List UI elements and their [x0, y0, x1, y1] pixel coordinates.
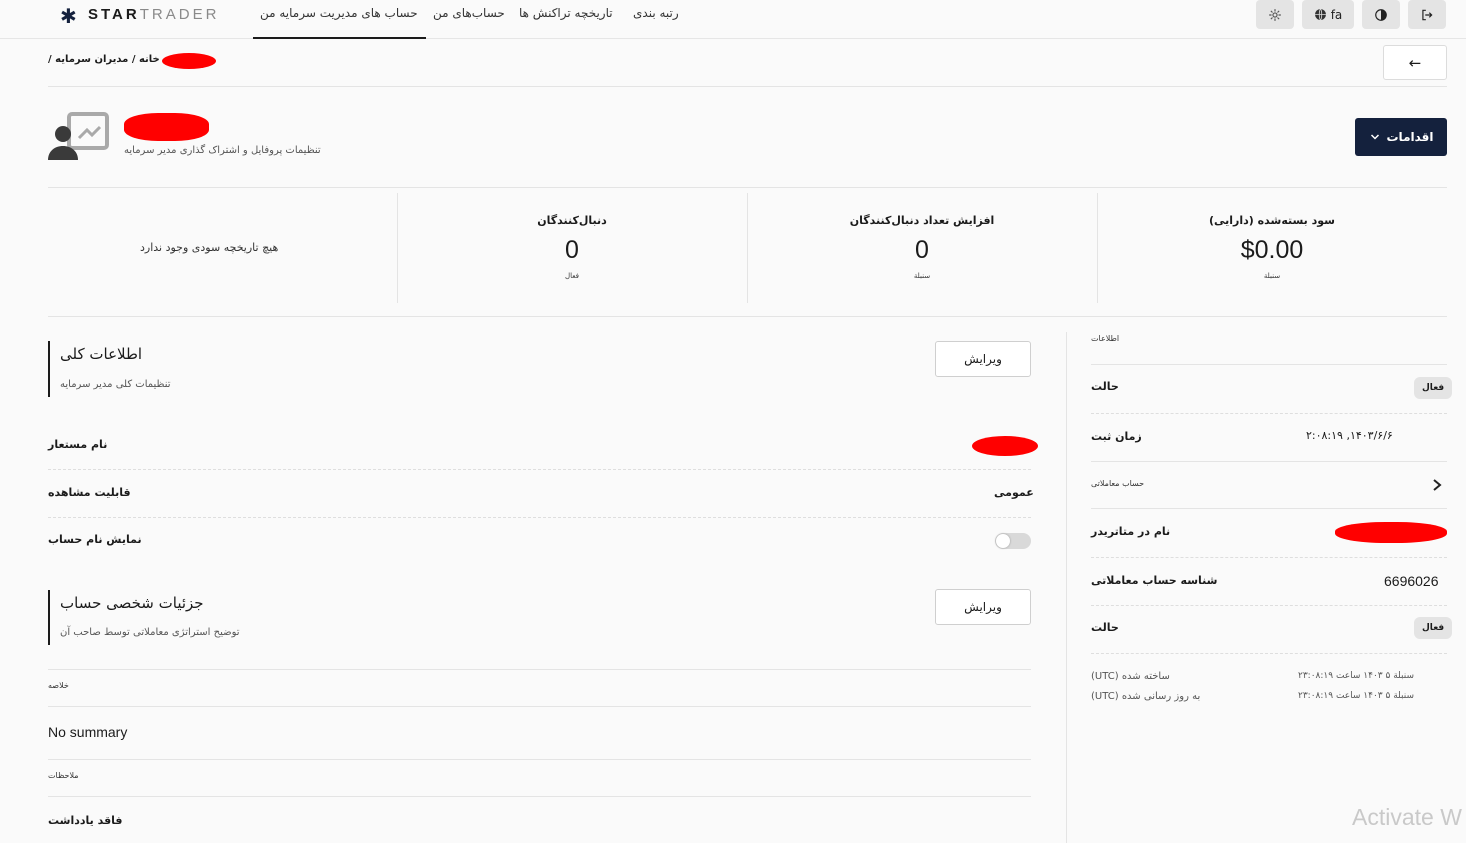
- arrow-left-icon: ←: [1408, 53, 1422, 72]
- visibility-value: عمومی: [994, 486, 1034, 499]
- globe-icon: [1314, 8, 1326, 21]
- fund-manager-avatar-icon: [48, 112, 109, 160]
- followers-label: دنبال‌کنندگان: [537, 214, 607, 227]
- breadcrumb-fund-managers[interactable]: مدیران سرمایه: [55, 54, 128, 65]
- contrast-icon: [1375, 8, 1387, 21]
- edit-personal-button[interactable]: ویرایش: [935, 589, 1031, 625]
- updated-value: سنبلة ۵ ۱۴۰۳ ساعت ۲۳:۰۸:۱۹: [1298, 691, 1414, 701]
- trading-account-link[interactable]: حساب معاملاتی: [1091, 479, 1144, 488]
- nav-my-fund-accounts[interactable]: حساب های مدیریت سرمایه من: [260, 6, 418, 20]
- followers-increase-sub: سنبلة: [913, 272, 931, 280]
- account-id-label: شناسه حساب معاملاتی: [1091, 574, 1218, 587]
- metatrader-name-label: نام در متاتریدر: [1091, 525, 1171, 538]
- status-badge: فعال: [1414, 377, 1453, 399]
- status2-label: حالت: [1091, 621, 1119, 634]
- personal-details-subtitle: توضیح استراتژی معاملاتی توسط صاحب آن: [60, 627, 240, 638]
- divider: [48, 316, 1447, 317]
- breadcrumb: خانه / مدیران سرمایه /: [48, 54, 160, 65]
- info-header: اطلاعات: [1091, 334, 1120, 343]
- followers-value: 0: [565, 236, 579, 264]
- registered-value: ۱۴۰۳/۶/۶, ۲:۰۸:۱۹: [1306, 429, 1393, 442]
- alias-label: نام مستعار: [48, 438, 108, 451]
- back-button[interactable]: ←: [1383, 45, 1447, 80]
- summary-value: No summary: [48, 724, 128, 740]
- divider: [48, 86, 1447, 87]
- redacted-profile-name: [124, 113, 209, 141]
- status2-badge: فعال: [1414, 617, 1453, 639]
- updated-label: به روز رسانی شده (UTC): [1091, 691, 1201, 702]
- breadcrumb-home[interactable]: خانه: [139, 54, 160, 65]
- general-info-title: اطلاعات کلی: [60, 345, 143, 363]
- activate-windows-watermark: Activate W: [1352, 804, 1462, 830]
- chevron-right-icon[interactable]: [1431, 478, 1443, 492]
- brand-logo[interactable]: STARTRADER: [88, 6, 219, 23]
- redacted-breadcrumb-name: [162, 53, 216, 69]
- theme-toggle-button[interactable]: [1362, 0, 1400, 29]
- closed-profit-sub: سنبلة: [1263, 272, 1281, 280]
- nav-transaction-history[interactable]: تاریخچه تراکنش ها: [519, 6, 613, 20]
- general-info-subtitle: تنظیمات کلی مدیر سرمایه: [60, 379, 171, 390]
- settings-button[interactable]: [1256, 0, 1294, 29]
- summary-label: خلاصه: [48, 681, 69, 690]
- followers-increase-label: افزایش تعداد دنبال‌کنندگان: [849, 214, 995, 227]
- created-label: ساخته شده (UTC): [1091, 671, 1170, 682]
- account-id-value: 6696026: [1384, 573, 1439, 589]
- star-logo-icon: ✱: [60, 4, 77, 28]
- edit-general-button[interactable]: ویرایش: [935, 341, 1031, 377]
- nav-ranking[interactable]: رتبه بندی: [633, 6, 679, 20]
- visibility-label: قابلیت مشاهده: [48, 486, 131, 499]
- no-profit-history-text: هیچ تاریخچه سودی وجود ندارد: [140, 241, 279, 254]
- gear-icon: [1269, 8, 1281, 21]
- personal-details-title: جزئیات شخصی حساب: [60, 594, 204, 612]
- nav-my-accounts[interactable]: حساب‌های من: [433, 6, 505, 20]
- followers-increase-value: 0: [915, 236, 929, 264]
- registered-label: زمان ثبت: [1091, 430, 1142, 443]
- followers-sub: فعال: [565, 272, 579, 280]
- redacted-alias-value: [972, 436, 1038, 456]
- chevron-down-icon: [1370, 134, 1379, 140]
- status-label: حالت: [1091, 380, 1119, 393]
- actions-dropdown-button[interactable]: اقدامات: [1355, 118, 1447, 156]
- top-navbar: ✱ STARTRADER حساب های مدیریت سرمایه من ح…: [0, 0, 1466, 39]
- closed-profit-value: $0.00: [1240, 236, 1304, 264]
- notes-label: ملاحظات: [48, 771, 79, 780]
- logout-icon: [1422, 9, 1433, 20]
- closed-profit-label: سود بسته‌شده (دارایی): [1208, 214, 1336, 227]
- notes-value: فاقد یادداشت: [48, 814, 123, 827]
- show-account-name-label: نمایش نام حساب: [48, 533, 142, 546]
- language-button[interactable]: fa: [1302, 0, 1354, 29]
- language-label: fa: [1330, 7, 1343, 22]
- created-value: سنبلة ۵ ۱۴۰۳ ساعت ۲۳:۰۸:۱۹: [1298, 671, 1414, 681]
- divider: [48, 187, 1447, 188]
- logout-button[interactable]: [1408, 0, 1446, 29]
- profile-subtitle: تنظیمات پروفایل و اشتراک گذاری مدیر سرما…: [124, 145, 321, 156]
- nav-active-indicator: [253, 37, 426, 39]
- redacted-metatrader-name: [1335, 522, 1447, 543]
- show-account-name-toggle[interactable]: [995, 533, 1031, 549]
